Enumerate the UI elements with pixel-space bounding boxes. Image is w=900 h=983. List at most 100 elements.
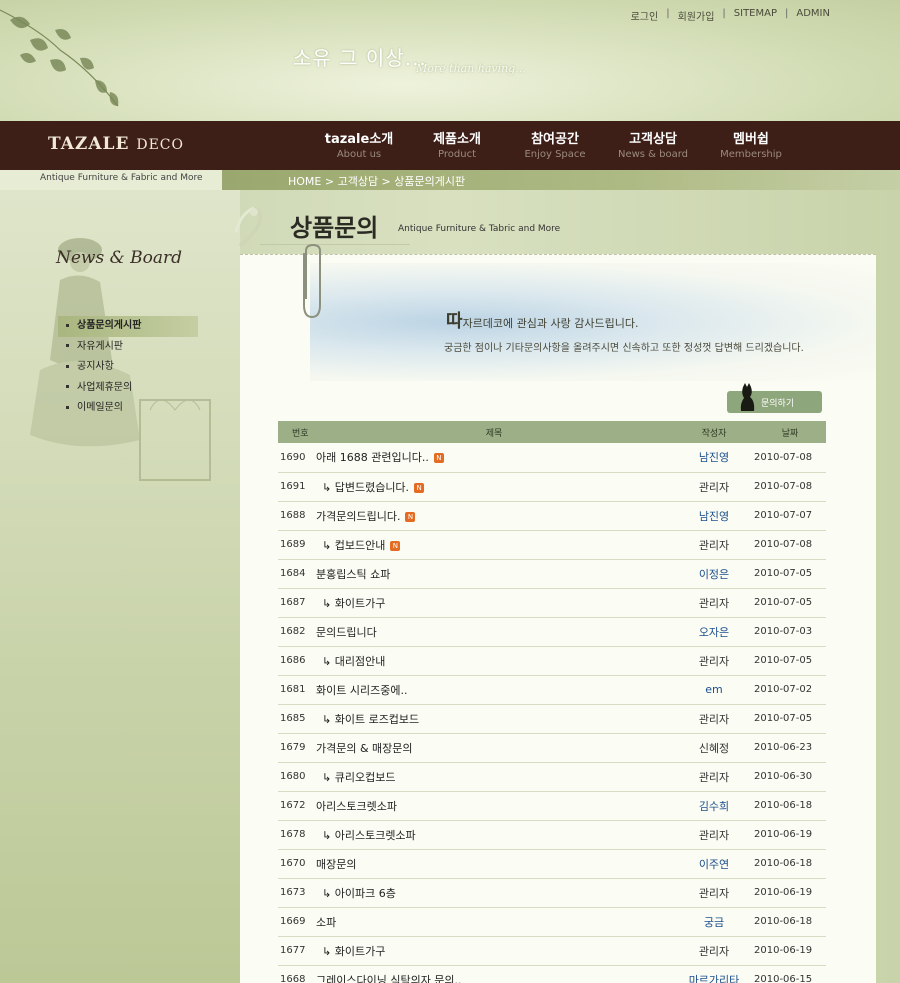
row-subject-link[interactable]: ↳ 화이트가구 xyxy=(314,936,674,966)
row-subject-link[interactable]: 매장문의 xyxy=(314,849,674,879)
table-row[interactable]: 1691 ↳ 답변드렸습니다. N 관리자 2010-07-08 xyxy=(278,472,826,502)
intro-banner: 따자르데코에 관심과 사랑 감사드립니다. 궁금한 점이나 기타문의사항을 올려… xyxy=(310,263,876,381)
inquiry-table: 번호 제목 작성자 날짜 1690 아래 1688 관련입니다.. N 남진영 2010… xyxy=(278,421,826,983)
table-row[interactable]: 1672 아리스토크렛소파 김수희 2010-06-18 xyxy=(278,791,826,821)
row-writer: 관리자 xyxy=(674,646,754,676)
row-date: 2010-07-08 xyxy=(754,530,826,560)
sidebar-item-email[interactable]: 이메일문의 xyxy=(58,398,198,419)
signup-link[interactable]: 회원가입 xyxy=(670,8,723,23)
row-writer: 관리자 xyxy=(674,472,754,502)
sidebar-item-free-board[interactable]: 자유게시판 xyxy=(58,337,198,358)
nav-item-product[interactable]: 제품소개 Product xyxy=(408,128,506,160)
row-subject-link[interactable]: ↳ 아이파크 6층 xyxy=(314,878,674,908)
row-writer: 관리자 xyxy=(674,936,754,966)
nav-item-membership[interactable]: 멤버쉽 Membership xyxy=(702,128,800,160)
row-writer[interactable]: 이정은 xyxy=(674,559,754,589)
row-subject-text: ↳ 화이트 로즈컵보드 xyxy=(322,712,420,726)
row-subject-link[interactable]: ↳ 답변드렸습니다. N xyxy=(314,472,674,502)
row-subject-link[interactable]: ↳ 화이트 로즈컵보드 xyxy=(314,704,674,734)
row-writer[interactable]: 마르가리타 xyxy=(674,965,754,983)
row-subject-text: 가격문의드립니다. xyxy=(316,509,401,523)
row-num: 1677 xyxy=(278,936,314,966)
write-inquiry-button[interactable]: 문의하기 xyxy=(727,383,822,413)
row-subject-link[interactable]: 가격문의 & 매장문의 xyxy=(314,733,674,763)
row-num: 1678 xyxy=(278,820,314,850)
row-subject-link[interactable]: ↳ 아리스토크렛소파 xyxy=(314,820,674,850)
row-subject-link[interactable]: 소파 xyxy=(314,907,674,937)
table-row[interactable]: 1690 아래 1688 관련입니다.. N 남진영 2010-07-08 xyxy=(278,443,826,473)
row-subject-link[interactable]: 분홍립스틱 쇼파 xyxy=(314,559,674,589)
table-row[interactable]: 1685 ↳ 화이트 로즈컵보드 관리자 2010-07-05 xyxy=(278,704,826,734)
logo-main: TAZALE xyxy=(48,134,130,154)
row-num: 1682 xyxy=(278,617,314,647)
table-row[interactable]: 1682 문의드립니다 오자은 2010-07-03 xyxy=(278,617,826,647)
row-subject-link[interactable]: 아래 1688 관련입니다.. N xyxy=(314,443,674,473)
sidebar-item-notice[interactable]: 공지사항 xyxy=(58,357,198,378)
row-writer[interactable]: 이주연 xyxy=(674,849,754,879)
table-row[interactable]: 1689 ↳ 컵보드안내 N 관리자 2010-07-08 xyxy=(278,530,826,560)
sidebar-item-partnership[interactable]: 사업제휴문의 xyxy=(58,378,198,399)
row-writer: 신혜정 xyxy=(674,733,754,763)
row-date: 2010-06-18 xyxy=(754,849,826,879)
table-row[interactable]: 1669 소파 궁금 2010-06-18 xyxy=(278,907,826,937)
row-subject-link[interactable]: ↳ 큐리오컵보드 xyxy=(314,762,674,792)
nav-menu: tazale소개 About us 제품소개 Product 참여공간 Enjo… xyxy=(310,128,800,160)
login-link[interactable]: 로그인 xyxy=(623,8,667,23)
sidebar-title: News & Board xyxy=(56,248,183,268)
row-num: 1673 xyxy=(278,878,314,908)
row-subject-text: ↳ 대리점안내 xyxy=(322,654,386,668)
row-subject-link[interactable]: 문의드립니다 xyxy=(314,617,674,647)
row-date: 2010-06-19 xyxy=(754,936,826,966)
table-row[interactable]: 1688 가격문의드립니다. N 남진영 2010-07-07 xyxy=(278,501,826,531)
row-subject-link[interactable]: 가격문의드립니다. N xyxy=(314,501,674,531)
nav-item-enjoy-space[interactable]: 참여공간 Enjoy Space xyxy=(506,128,604,160)
row-subject-link[interactable]: ↳ 화이트가구 xyxy=(314,588,674,618)
header-writer: 작성자 xyxy=(674,421,754,443)
table-row[interactable]: 1679 가격문의 & 매장문의 신혜정 2010-06-23 xyxy=(278,733,826,763)
table-row[interactable]: 1686 ↳ 대리점안내 관리자 2010-07-05 xyxy=(278,646,826,676)
site-logo[interactable]: TAZALE DECO xyxy=(48,134,184,154)
nav-item-news-board[interactable]: 고객상담 News & board xyxy=(604,128,702,160)
row-num: 1686 xyxy=(278,646,314,676)
row-subject-link[interactable]: 아리스토크렛소파 xyxy=(314,791,674,821)
row-writer: 관리자 xyxy=(674,588,754,618)
row-writer[interactable]: 김수희 xyxy=(674,791,754,821)
row-subject-link[interactable]: 그레이스다이닝 식탁의자 문의.. xyxy=(314,965,674,983)
row-subject-link[interactable]: ↳ 대리점안내 xyxy=(314,646,674,676)
row-subject-link[interactable]: ↳ 컵보드안내 N xyxy=(314,530,674,560)
nav-item-about[interactable]: tazale소개 About us xyxy=(310,128,408,160)
row-writer[interactable]: 궁금 xyxy=(674,907,754,937)
row-date: 2010-06-23 xyxy=(754,733,826,763)
slogan: 소유 그 이상... xyxy=(293,46,427,70)
row-num: 1691 xyxy=(278,472,314,502)
row-date: 2010-07-05 xyxy=(754,646,826,676)
row-date: 2010-07-08 xyxy=(754,472,826,502)
row-num: 1681 xyxy=(278,675,314,705)
sidebar-item-product-inquiry[interactable]: 상품문의게시판 xyxy=(58,316,198,337)
row-date: 2010-07-03 xyxy=(754,617,826,647)
row-writer[interactable]: 남진영 xyxy=(674,501,754,531)
title-divider xyxy=(260,244,410,245)
table-row[interactable]: 1687 ↳ 화이트가구 관리자 2010-07-05 xyxy=(278,588,826,618)
row-writer[interactable]: em xyxy=(674,675,754,705)
sitemap-link[interactable]: SITEMAP xyxy=(726,8,785,23)
table-row[interactable]: 1668 그레이스다이닝 식탁의자 문의.. 마르가리타 2010-06-15 xyxy=(278,965,826,983)
table-row[interactable]: 1681 화이트 시리즈중에.. em 2010-07-02 xyxy=(278,675,826,705)
row-writer: 관리자 xyxy=(674,820,754,850)
page-subtitle: Antique Furniture & Tabric and More xyxy=(398,224,561,234)
table-row[interactable]: 1670 매장문의 이주연 2010-06-18 xyxy=(278,849,826,879)
table-row[interactable]: 1684 분홍립스틱 쇼파 이정은 2010-07-05 xyxy=(278,559,826,589)
row-writer[interactable]: 오자은 xyxy=(674,617,754,647)
table-row[interactable]: 1680 ↳ 큐리오컵보드 관리자 2010-06-30 xyxy=(278,762,826,792)
intro-line-2: 궁금한 점이나 기타문의사항을 올려주시면 신속하고 또한 정성껏 답변해 드리… xyxy=(444,343,804,354)
row-date: 2010-06-30 xyxy=(754,762,826,792)
row-writer[interactable]: 남진영 xyxy=(674,443,754,473)
row-subject-text: 아리스토크렛소파 xyxy=(316,799,397,813)
table-row[interactable]: 1673 ↳ 아이파크 6층 관리자 2010-06-19 xyxy=(278,878,826,908)
table-row[interactable]: 1678 ↳ 아리스토크렛소파 관리자 2010-06-19 xyxy=(278,820,826,850)
admin-link[interactable]: ADMIN xyxy=(788,8,838,23)
new-badge-icon: N xyxy=(433,453,444,464)
table-row[interactable]: 1677 ↳ 화이트가구 관리자 2010-06-19 xyxy=(278,936,826,966)
row-num: 1688 xyxy=(278,501,314,531)
row-subject-link[interactable]: 화이트 시리즈중에.. xyxy=(314,675,674,705)
